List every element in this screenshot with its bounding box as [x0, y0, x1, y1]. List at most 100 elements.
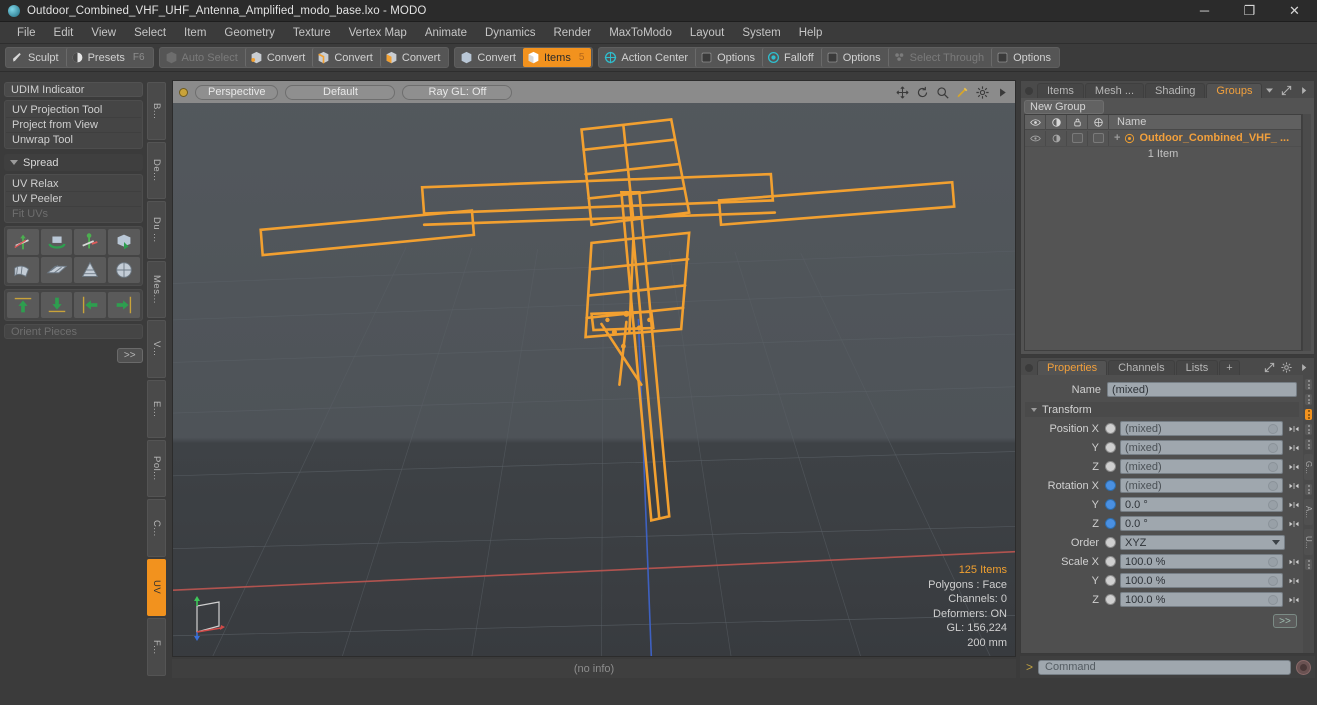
menu-edit[interactable]: Edit [45, 25, 83, 41]
gear-icon[interactable] [976, 85, 989, 99]
properties-advanced-button[interactable]: >> [1273, 614, 1297, 628]
vtab-polygon[interactable]: Pol... [146, 439, 166, 498]
tab-lists[interactable]: Lists [1175, 360, 1219, 375]
sculpt-button[interactable]: Sculpt [7, 48, 66, 67]
rail-grip[interactable] [1305, 379, 1312, 390]
rail-tab-attributes[interactable]: A... [1304, 499, 1313, 525]
rotation-y-radio[interactable] [1105, 499, 1116, 510]
menu-view[interactable]: View [82, 25, 125, 41]
vtab-deform[interactable]: De... [146, 141, 166, 200]
position-y-spinner[interactable] [1287, 440, 1301, 455]
position-x-spinner[interactable] [1287, 421, 1301, 436]
falloff-options-button[interactable]: Options [820, 48, 888, 67]
items-mode-button[interactable]: Items 5 [522, 48, 592, 67]
position-y-field[interactable]: (mixed) [1120, 440, 1283, 455]
menu-dynamics[interactable]: Dynamics [476, 25, 544, 41]
zoom-icon[interactable] [936, 86, 949, 99]
play-icon[interactable] [996, 86, 1009, 99]
rail-grip[interactable] [1305, 559, 1312, 570]
tab-channels[interactable]: Channels [1108, 360, 1175, 375]
menu-geometry[interactable]: Geometry [215, 25, 284, 41]
pane-menu-dot-icon[interactable] [1025, 87, 1033, 95]
scale-y-spinner[interactable] [1287, 573, 1301, 588]
view-mode-dropdown[interactable]: Perspective [195, 84, 279, 100]
align-top-button[interactable] [7, 292, 39, 318]
rail-tab-geometry[interactable]: G... [1304, 454, 1313, 480]
new-group-button[interactable]: New Group [1024, 100, 1104, 114]
order-dropdown[interactable]: XYZ [1120, 535, 1285, 550]
pane-menu-dot-icon[interactable] [1025, 364, 1033, 372]
rail-grip[interactable] [1305, 394, 1312, 405]
position-z-spinner[interactable] [1287, 459, 1301, 474]
more-arrow-icon[interactable] [1298, 85, 1309, 96]
lock-checkbox[interactable] [1071, 133, 1083, 143]
uv-projection-tool-button[interactable]: UV Projection Tool [6, 102, 141, 117]
menu-animate[interactable]: Animate [416, 25, 476, 41]
scale-x-field[interactable]: 100.0 % [1120, 554, 1283, 569]
vtab-command[interactable]: C... [146, 499, 166, 557]
rotation-y-field[interactable]: 0.0 ° [1120, 497, 1283, 512]
order-radio[interactable] [1105, 537, 1116, 548]
orient-pieces-button[interactable]: Orient Pieces [4, 324, 143, 339]
unwrap-tool-button[interactable]: Unwrap Tool [6, 132, 141, 147]
project-from-view-button[interactable]: Project from View [6, 117, 141, 132]
scale-z-radio[interactable] [1105, 594, 1116, 605]
uv-grid-tool[interactable] [40, 257, 73, 283]
move-icon[interactable] [896, 86, 909, 99]
vtab-uv[interactable]: UV [146, 558, 166, 617]
rotation-z-radio[interactable] [1105, 518, 1116, 529]
vtab-edge[interactable]: E... [146, 379, 166, 438]
paint-icon[interactable] [956, 86, 969, 99]
transform-section-header[interactable]: Transform [1025, 402, 1299, 417]
align-left-button[interactable] [74, 292, 107, 318]
left-advanced-button[interactable]: >> [116, 348, 143, 363]
tab-shading[interactable]: Shading [1145, 83, 1206, 98]
select-through-button[interactable]: Select Through [887, 48, 991, 67]
menu-select[interactable]: Select [125, 25, 175, 41]
auto-select-button[interactable]: Auto Select [161, 48, 245, 67]
position-x-field[interactable]: (mixed) [1120, 421, 1283, 436]
scale-x-radio[interactable] [1105, 556, 1116, 567]
command-input[interactable]: Command [1038, 659, 1291, 675]
action-center-options-button[interactable]: Options [695, 48, 762, 67]
menu-maxtomodo[interactable]: MaxToModo [600, 25, 681, 41]
ray-gl-dropdown[interactable]: Ray GL: Off [402, 84, 513, 100]
select-through-options-button[interactable]: Options [991, 48, 1058, 67]
maximize-button[interactable]: ❐ [1227, 0, 1272, 22]
row-wireframe-toggle[interactable] [1088, 130, 1109, 146]
rotation-y-spinner[interactable] [1287, 497, 1301, 512]
uv-cone-tool[interactable] [74, 257, 107, 283]
fit-uvs-button[interactable]: Fit UVs [6, 206, 141, 221]
uv-fit-tool[interactable] [108, 229, 140, 255]
menu-texture[interactable]: Texture [284, 25, 340, 41]
scale-z-spinner[interactable] [1287, 592, 1301, 607]
menu-item[interactable]: Item [175, 25, 215, 41]
uv-relax-button[interactable]: UV Relax [6, 176, 141, 191]
row-visibility-toggle[interactable] [1025, 130, 1046, 146]
viewport-menu-dot-icon[interactable] [179, 87, 188, 97]
expand-icon[interactable] [1264, 362, 1275, 373]
3d-viewport[interactable]: Perspective Default Ray GL: Off 125 Item… [172, 80, 1016, 657]
position-y-radio[interactable] [1105, 442, 1116, 453]
tab-add[interactable]: + [1219, 360, 1240, 375]
udim-indicator-button[interactable]: UDIM Indicator [4, 82, 143, 97]
menu-layout[interactable]: Layout [681, 25, 734, 41]
name-field[interactable]: (mixed) [1107, 382, 1297, 397]
chevron-down-icon[interactable] [1264, 85, 1275, 96]
position-x-radio[interactable] [1105, 423, 1116, 434]
more-arrow-icon[interactable] [1298, 362, 1309, 373]
convert-item-button[interactable]: Convert [456, 48, 523, 67]
convert-vertex-button[interactable]: Convert [244, 48, 313, 67]
tab-properties[interactable]: Properties [1037, 360, 1108, 375]
row-lock-toggle[interactable] [1067, 130, 1088, 146]
scale-x-spinner[interactable] [1287, 554, 1301, 569]
record-icon[interactable] [1296, 659, 1311, 675]
scale-y-field[interactable]: 100.0 % [1120, 573, 1283, 588]
rail-grip[interactable] [1305, 439, 1312, 450]
uv-unwrap-tool[interactable] [7, 257, 39, 283]
vtab-mesh[interactable]: Mes... [146, 260, 166, 319]
action-center-button[interactable]: Action Center [600, 48, 695, 67]
expand-icon[interactable] [1281, 85, 1292, 96]
uv-sphere-tool[interactable] [108, 257, 140, 283]
expand-node-icon[interactable]: + [1114, 132, 1120, 144]
